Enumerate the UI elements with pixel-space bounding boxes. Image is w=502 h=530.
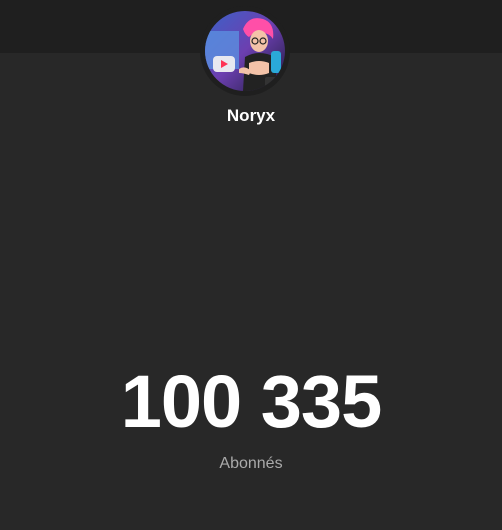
avatar-illustration-icon [205,11,285,91]
subscriber-count: 100 335 [120,360,383,443]
subscriber-label: Abonnés [219,455,283,472]
avatar-image [205,11,285,91]
channel-name[interactable]: Noryx [0,106,502,126]
channel-avatar[interactable] [200,6,290,96]
subscriber-counter-page: Noryx 100 335 Abonnés [0,0,502,530]
